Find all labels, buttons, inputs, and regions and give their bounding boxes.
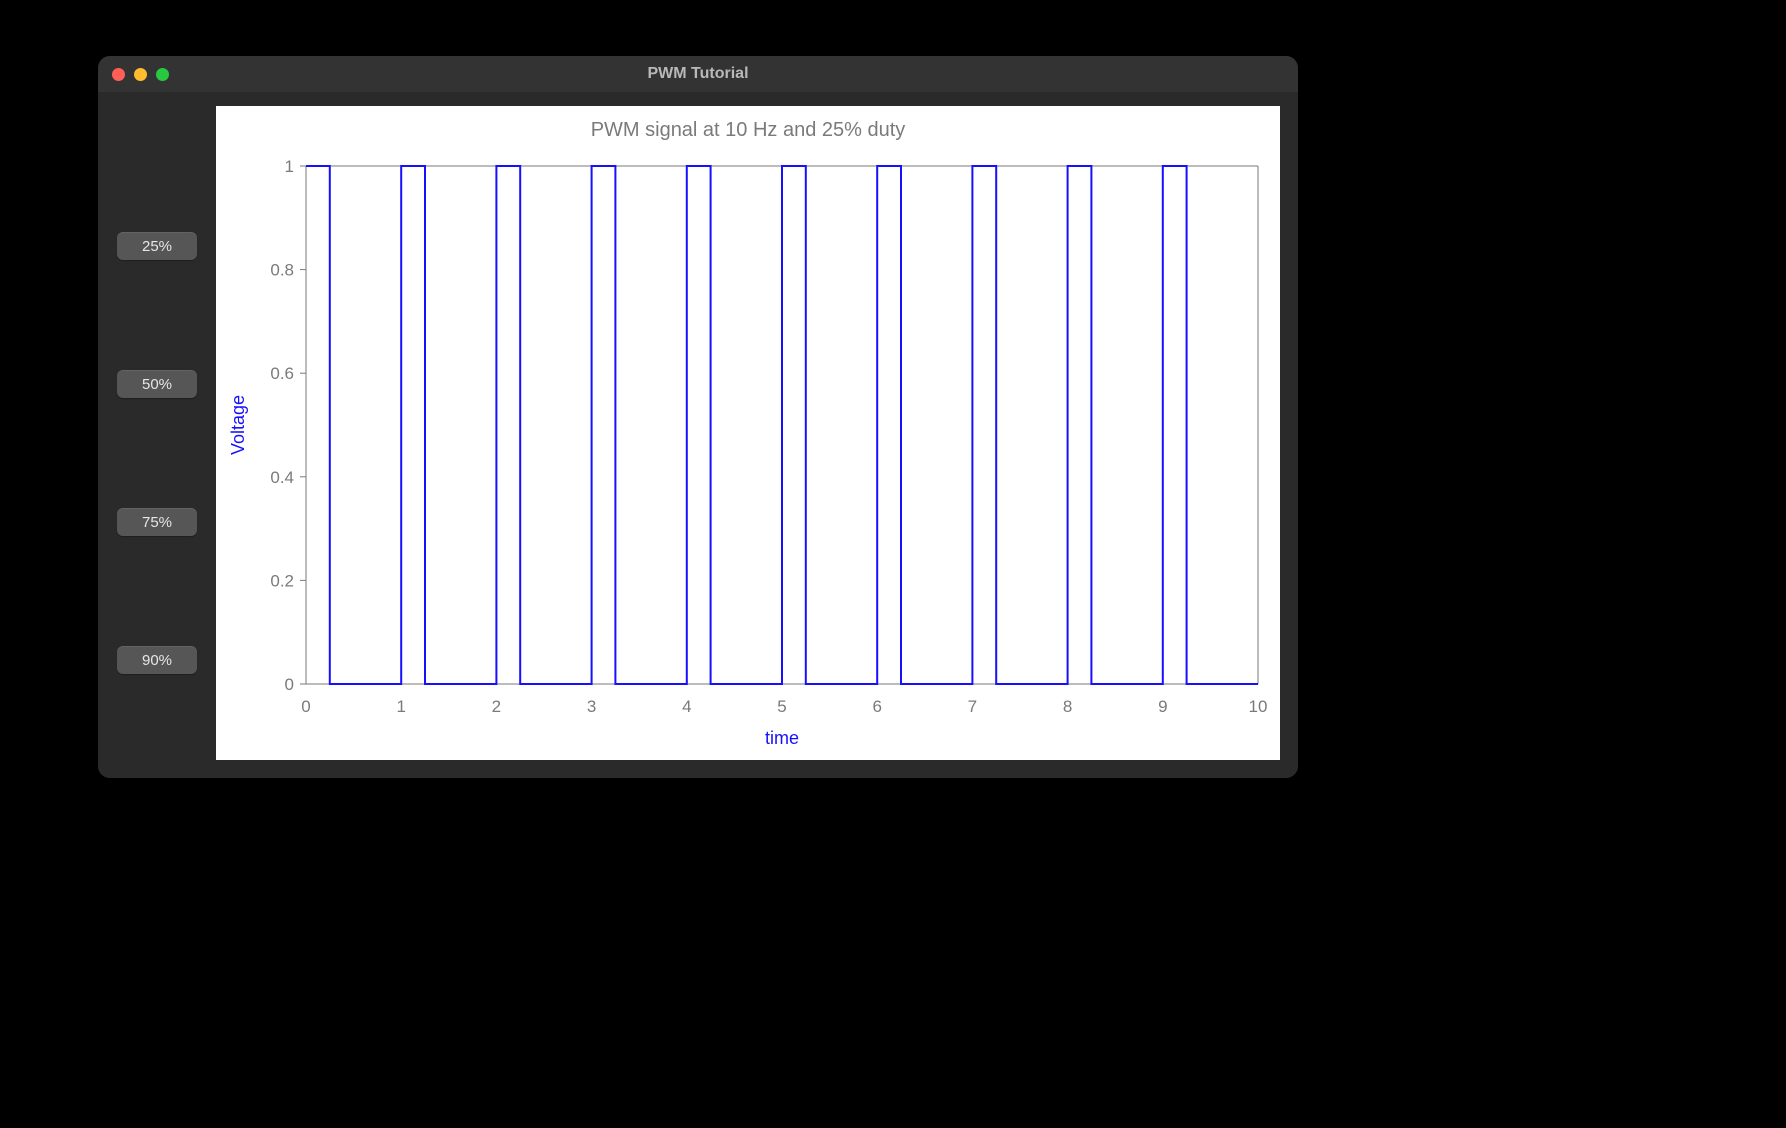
svg-text:0.4: 0.4 — [270, 468, 294, 487]
duty-50-button[interactable]: 50% — [117, 370, 197, 398]
svg-text:0.6: 0.6 — [270, 364, 294, 383]
duty-90-button[interactable]: 90% — [117, 646, 197, 674]
svg-text:Voltage: Voltage — [228, 395, 248, 455]
minimize-icon[interactable] — [134, 68, 147, 81]
svg-text:4: 4 — [682, 697, 691, 716]
window-title: PWM Tutorial — [98, 65, 1298, 83]
sidebar: 25% 50% 75% 90% — [98, 92, 216, 778]
svg-text:8: 8 — [1063, 697, 1072, 716]
svg-text:1: 1 — [396, 697, 405, 716]
app-window: PWM Tutorial 25% 50% 75% 90% PWM signal … — [98, 56, 1298, 778]
svg-text:0.8: 0.8 — [270, 261, 294, 280]
svg-text:0: 0 — [285, 675, 294, 694]
plot-area: PWM signal at 10 Hz and 25% duty 0 1 2 3 4 5 6 7… — [216, 106, 1280, 760]
plot-panel: PWM signal at 10 Hz and 25% duty 0 1 2 3 4 5 6 7… — [216, 92, 1298, 778]
svg-text:7: 7 — [968, 697, 977, 716]
svg-text:5: 5 — [777, 697, 786, 716]
svg-text:10: 10 — [1249, 697, 1268, 716]
svg-text:0: 0 — [301, 697, 310, 716]
duty-25-button[interactable]: 25% — [117, 232, 197, 260]
window-body: 25% 50% 75% 90% PWM signal at 10 Hz and … — [98, 92, 1298, 778]
svg-text:PWM signal at 10 Hz and 25% du: PWM signal at 10 Hz and 25% duty — [591, 119, 906, 141]
button-label: 90% — [142, 652, 172, 669]
zoom-icon[interactable] — [156, 68, 169, 81]
button-label: 50% — [142, 376, 172, 393]
svg-text:0.2: 0.2 — [270, 571, 294, 590]
titlebar: PWM Tutorial — [98, 56, 1298, 92]
svg-text:2: 2 — [492, 697, 501, 716]
svg-text:6: 6 — [872, 697, 881, 716]
svg-text:time: time — [765, 728, 799, 748]
close-icon[interactable] — [112, 68, 125, 81]
button-label: 75% — [142, 514, 172, 531]
svg-text:3: 3 — [587, 697, 596, 716]
button-label: 25% — [142, 238, 172, 255]
svg-text:9: 9 — [1158, 697, 1167, 716]
pwm-chart: PWM signal at 10 Hz and 25% duty 0 1 2 3 4 5 6 7… — [216, 106, 1280, 760]
svg-text:1: 1 — [285, 157, 294, 176]
window-controls — [112, 68, 169, 81]
duty-75-button[interactable]: 75% — [117, 508, 197, 536]
